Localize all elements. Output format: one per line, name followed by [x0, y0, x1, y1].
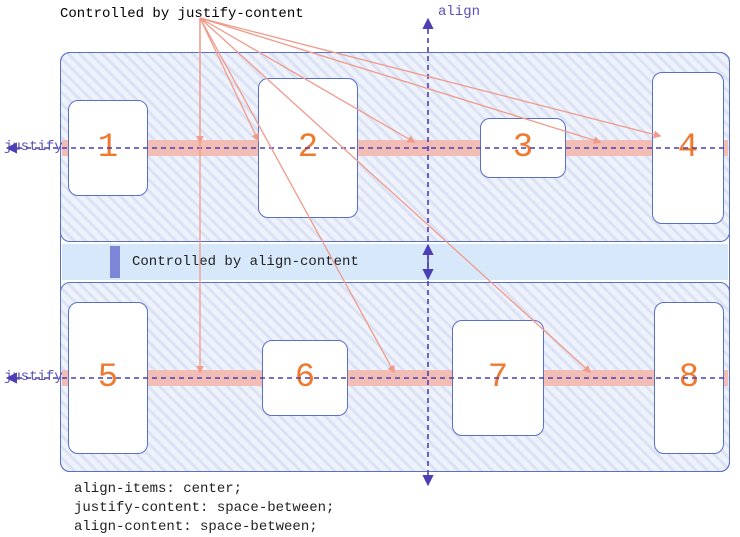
item-number: 7: [488, 359, 508, 397]
item-number: 8: [679, 359, 699, 397]
justify-space-bar-row1: [62, 140, 728, 156]
align-content-label: Controlled by align-content: [132, 254, 359, 270]
item-number: 2: [298, 129, 318, 167]
flexbox-diagram: Controlled by align-content 1 2 3 4 5 6 …: [0, 0, 740, 529]
align-axis-label: align: [438, 4, 480, 20]
item-number: 6: [295, 359, 315, 397]
align-content-marker: [110, 246, 120, 278]
flex-item-4: 4: [652, 72, 724, 224]
flex-item-7: 7: [452, 320, 544, 436]
item-number: 5: [98, 359, 118, 397]
item-number: 1: [98, 129, 118, 167]
css-code-block: align-items: center; justify-content: sp…: [74, 480, 334, 537]
justify-space-bar-row2: [62, 370, 728, 386]
flex-item-6: 6: [262, 340, 348, 416]
css-line: align-items: center;: [74, 481, 242, 497]
flex-item-3: 3: [480, 118, 566, 178]
flex-item-1: 1: [68, 100, 148, 196]
flex-item-5: 5: [68, 302, 148, 454]
item-number: 4: [678, 129, 698, 167]
css-line: align-content: space-between;: [74, 519, 318, 535]
item-number: 3: [513, 129, 533, 167]
justify-axis-label-1: justify: [4, 139, 63, 155]
justify-axis-label-2: justify: [4, 369, 63, 385]
justify-content-label: Controlled by justify-content: [60, 6, 304, 22]
flex-item-2: 2: [258, 78, 358, 218]
css-line: justify-content: space-between;: [74, 500, 334, 516]
flex-item-8: 8: [654, 302, 724, 454]
